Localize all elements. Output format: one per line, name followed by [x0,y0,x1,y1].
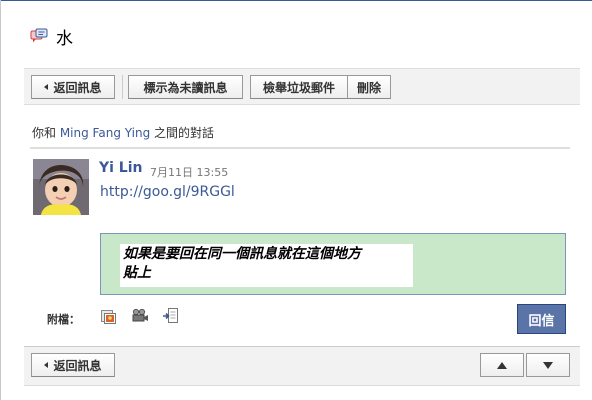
mark-unread-button[interactable]: 標示為未讀訊息 [128,75,243,99]
reply-text-line: 如果是要回在同一個訊息就在這個地方 [123,246,361,262]
video-icon[interactable] [131,307,149,325]
back-to-messages-label: 返回訊息 [53,358,102,373]
conversation-suffix: 之間的對話 [150,126,215,140]
attachments-label: 附檔： [47,313,80,326]
conversation-prefix: 你和 [32,126,60,140]
message-bubbles-icon [30,28,48,44]
report-spam-label: 檢舉垃圾郵件 [262,80,335,95]
conversation-divider [30,147,570,149]
back-to-messages-button[interactable]: 返回訊息 [31,75,115,99]
delete-button[interactable]: 刪除 [347,75,391,99]
back-to-messages-button[interactable]: 返回訊息 [31,353,115,377]
reply-text-line: 貼上 [123,265,151,281]
reply-button[interactable]: 回信 [517,304,566,334]
arrow-up-icon [497,361,507,369]
mark-unread-label: 標示為未讀訊息 [143,80,228,95]
avatar[interactable] [33,159,89,215]
share-link-icon[interactable] [162,307,180,325]
chevron-left-icon [44,362,49,368]
photo-icon[interactable] [100,307,118,325]
message-timestamp: 7月11日 13:55 [150,166,229,179]
arrow-down-icon [543,361,553,369]
thread-title-row: 水 [30,24,73,49]
chevron-left-icon [44,84,49,90]
previous-message-button[interactable] [480,353,524,377]
back-to-messages-label: 返回訊息 [53,80,102,95]
thread-title: 水 [56,28,73,49]
message-body-link[interactable]: http://goo.gl/9RGGl [100,184,235,200]
conversation-header: 你和 Ming Fang Ying 之間的對話 [32,124,214,141]
next-message-button[interactable] [526,353,570,377]
reply-textarea[interactable]: 如果是要回在同一個訊息就在這個地方 貼上 [100,233,566,295]
delete-label: 刪除 [356,80,381,95]
report-spam-button[interactable]: 檢舉垃圾郵件 [250,75,348,99]
top-rule [0,0,592,1]
frame-border [0,0,1,400]
toolbar-divider [122,75,123,99]
message-author[interactable]: Yi Lin [99,160,143,176]
message-toolbar: 返回訊息 標示為未讀訊息 檢舉垃圾郵件 刪除 [24,68,580,105]
reply-text: 如果是要回在同一個訊息就在這個地方 貼上 [120,244,413,287]
participant-link[interactable]: Ming Fang Ying [60,126,150,140]
